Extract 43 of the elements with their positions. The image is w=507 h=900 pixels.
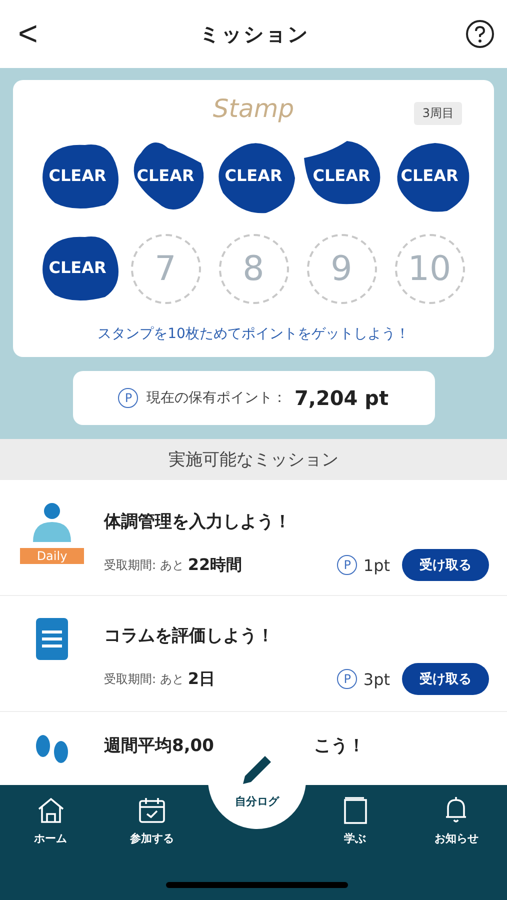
daily-badge: Daily bbox=[20, 548, 84, 564]
footprints-icon bbox=[34, 734, 70, 764]
receive-button[interactable]: 受け取る bbox=[402, 663, 489, 695]
mission-points: 1pt bbox=[363, 556, 390, 574]
back-button[interactable]: < bbox=[12, 17, 44, 51]
empty-stamp-slot: 10 bbox=[394, 234, 464, 304]
period-value: 22時間 bbox=[188, 554, 244, 576]
screen-title: ミッション bbox=[199, 20, 310, 48]
receive-button[interactable]: 受け取る bbox=[402, 549, 489, 581]
person-icon bbox=[31, 502, 73, 544]
stamp-clear-label: CLEAR bbox=[48, 258, 106, 276]
stamp-caption: スタンプを10枚ためてポイントをゲットしよう！ bbox=[98, 325, 410, 343]
mission-title: コラムを評価しよう！ bbox=[104, 625, 275, 647]
stamp-clear-label: CLEAR bbox=[48, 166, 106, 184]
empty-stamp-slot: 8 bbox=[218, 234, 288, 304]
stamp-title: Stamp bbox=[212, 94, 294, 123]
empty-stamp-slot: 7 bbox=[130, 234, 200, 304]
nav-tab[interactable]: ホーム bbox=[0, 795, 102, 851]
stamp-clear-label: CLEAR bbox=[136, 166, 194, 184]
period-label: 受取期間: あと bbox=[104, 670, 184, 688]
nav-tab[interactable]: 参加する bbox=[101, 795, 203, 851]
nav-tab[interactable]: お知らせ bbox=[406, 795, 507, 851]
stamp-clear-label: CLEAR bbox=[400, 166, 458, 184]
point-icon: P bbox=[118, 388, 138, 408]
home-icon bbox=[36, 795, 66, 825]
stamp-clear-label: CLEAR bbox=[312, 166, 370, 184]
period-value: 2日 bbox=[188, 668, 216, 690]
calendar-check-icon bbox=[137, 795, 168, 825]
help-icon[interactable] bbox=[464, 19, 495, 49]
mission-title: こう！ bbox=[314, 735, 365, 757]
point-icon: P bbox=[337, 555, 358, 575]
point-icon: P bbox=[337, 669, 358, 689]
points-label: 現在の保有ポイント： bbox=[146, 389, 286, 407]
period-label: 受取期間: あと bbox=[104, 556, 184, 574]
nav-tab[interactable]: 学ぶ bbox=[304, 795, 406, 851]
section-header: 実施可能なミッション bbox=[0, 439, 507, 480]
empty-stamp-slot: 9 bbox=[306, 234, 376, 304]
mission-title: 体調管理を入力しよう！ bbox=[104, 511, 292, 533]
mission-points: 3pt bbox=[363, 670, 390, 688]
points-value: 7,204 pt bbox=[294, 386, 389, 410]
round-badge: 3周目 bbox=[414, 102, 462, 125]
document-icon bbox=[36, 618, 68, 660]
stamp-clear-label: CLEAR bbox=[224, 166, 282, 184]
